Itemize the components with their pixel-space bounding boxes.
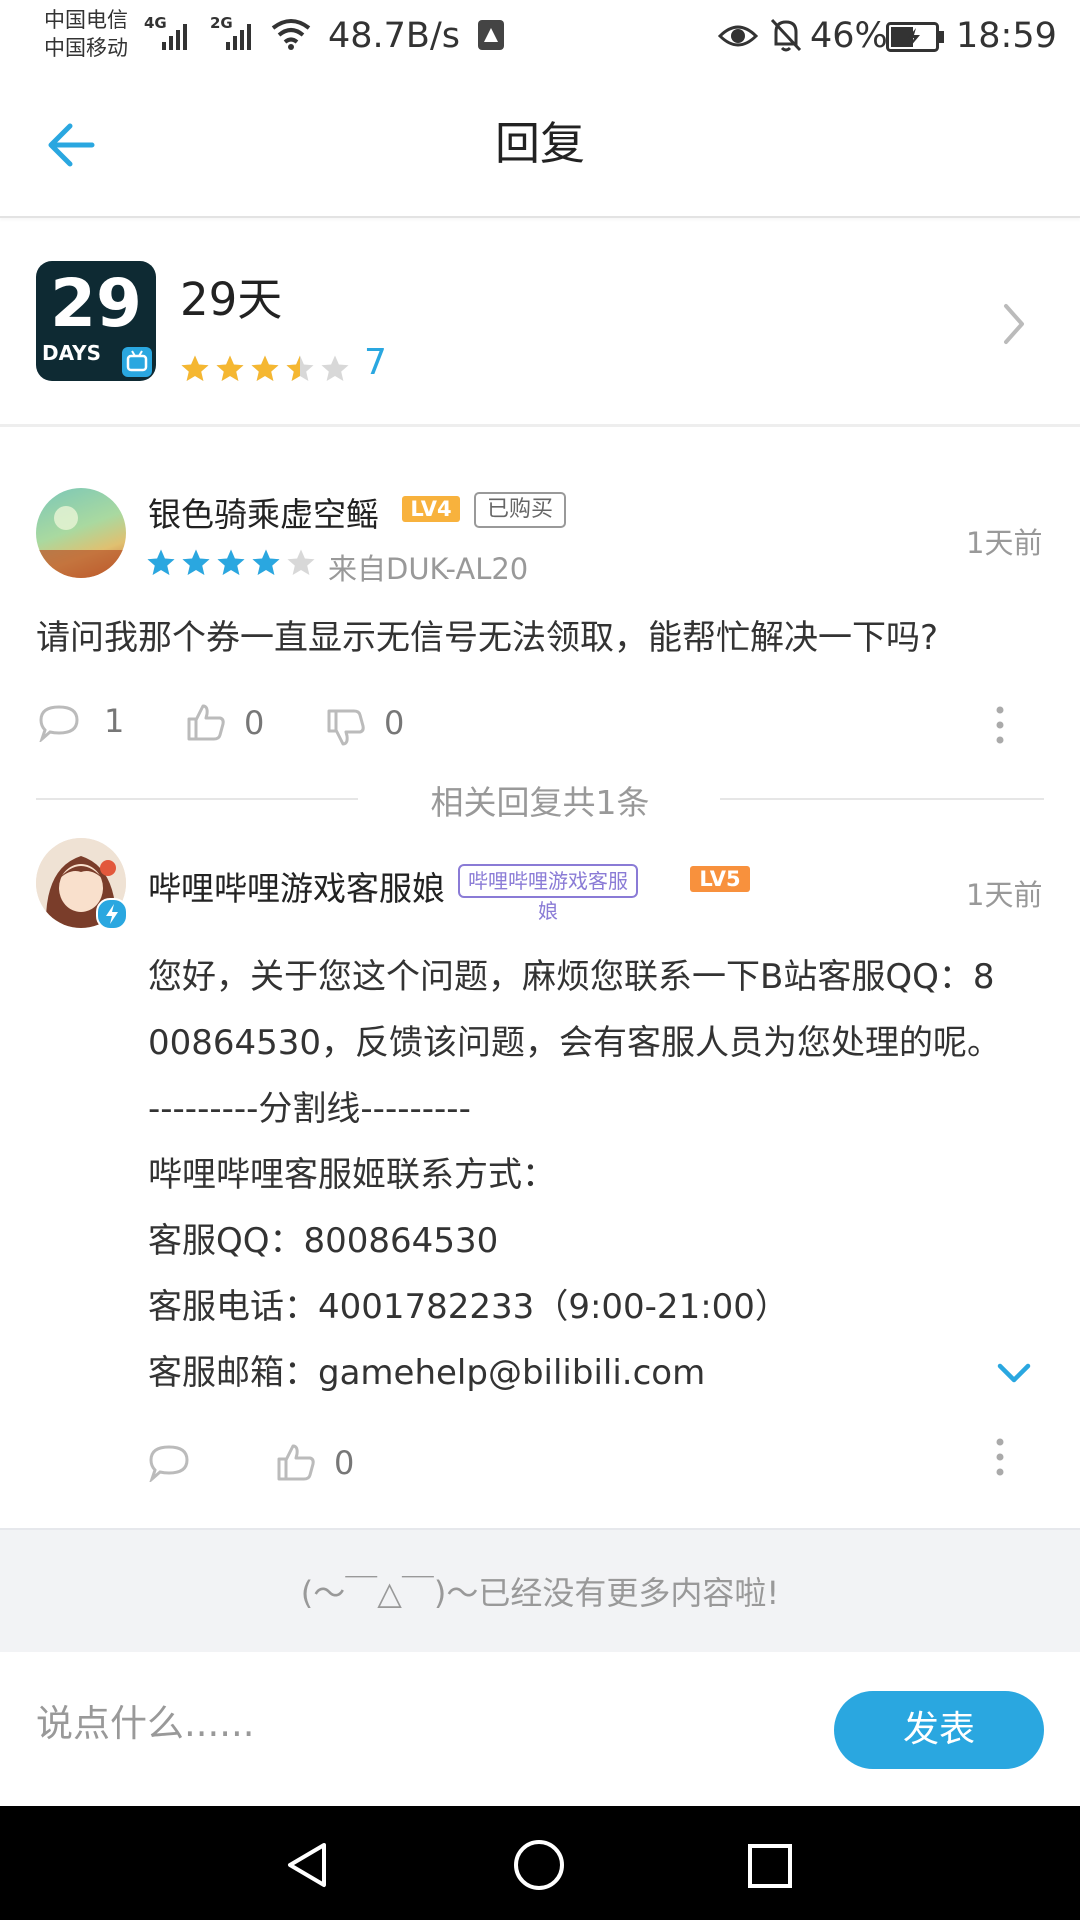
reply-icon[interactable] bbox=[148, 1444, 190, 1482]
expand-chevron-down-icon[interactable] bbox=[996, 1362, 1032, 1386]
reply-line-5: 客服QQ：800864530 bbox=[148, 1221, 499, 1261]
bilibili-badge-icon bbox=[122, 347, 152, 377]
star-icon bbox=[147, 549, 175, 575]
top-bar: 回复 bbox=[0, 76, 1080, 218]
eye-icon bbox=[718, 25, 758, 47]
chevron-right-icon bbox=[1004, 304, 1024, 344]
level-badge: LV4 bbox=[402, 496, 460, 522]
game-rating-stars bbox=[180, 354, 355, 384]
comment-text: 请问我那个券一直显示无信号无法领取，能帮忙解决一下吗? bbox=[36, 618, 939, 658]
dislike-count: 0 bbox=[384, 704, 405, 742]
reply-like-count: 0 bbox=[334, 1444, 355, 1482]
level-badge: LV5 bbox=[690, 866, 750, 892]
like-icon[interactable] bbox=[186, 702, 226, 742]
star-icon bbox=[251, 355, 279, 381]
nav-recents-icon[interactable] bbox=[746, 1842, 794, 1890]
mute-bell-icon bbox=[770, 18, 802, 52]
game-rating-count: 7 bbox=[364, 342, 387, 383]
signal-icon bbox=[226, 24, 251, 50]
reply-line-4: 哔哩哔哩客服姬联系方式： bbox=[148, 1155, 556, 1195]
star-icon bbox=[252, 549, 280, 575]
reply-count: 1 bbox=[104, 702, 125, 740]
nav-home-icon[interactable] bbox=[512, 1838, 566, 1892]
comment-rating-stars bbox=[146, 548, 321, 578]
game-card[interactable]: 29 DAYS 29天 7 bbox=[0, 218, 1080, 427]
battery-percent: 46% bbox=[810, 16, 888, 56]
game-icon-number: 29 bbox=[50, 265, 142, 342]
game-icon-days: DAYS bbox=[42, 341, 102, 365]
avatar[interactable] bbox=[36, 488, 126, 578]
signal-icon bbox=[162, 24, 187, 50]
reply-line-1: 您好，关于您这个问题，麻烦您联系一下B站客服QQ：8 bbox=[148, 957, 995, 997]
comment-source: 来自DUK-AL20 bbox=[328, 552, 529, 586]
clock: 18:59 bbox=[956, 16, 1057, 56]
like-count: 0 bbox=[244, 704, 265, 742]
game-name: 29天 bbox=[180, 273, 283, 326]
comment-time: 1天前 bbox=[966, 526, 1043, 560]
carrier-2: 中国移动 bbox=[44, 36, 128, 60]
comment-input[interactable] bbox=[36, 1688, 796, 1758]
like-icon[interactable] bbox=[276, 1442, 316, 1482]
star-icon bbox=[287, 549, 315, 575]
star-icon bbox=[321, 355, 349, 381]
wifi-icon bbox=[271, 19, 311, 50]
app-notification-icon bbox=[478, 20, 504, 50]
reply-line-2: 00864530，反馈该问题，会有客服人员为您处理的呢。 bbox=[148, 1023, 1002, 1063]
end-of-list-text: (～￣△￣)～已经没有更多内容啦! bbox=[300, 1574, 780, 1612]
more-options-icon[interactable] bbox=[992, 704, 1008, 746]
reply-line-6: 客服电话：4001782233（9:00-21:00） bbox=[148, 1287, 789, 1327]
reply-line-3: ---------分割线--------- bbox=[148, 1089, 471, 1129]
system-nav-bar bbox=[0, 1806, 1080, 1920]
star-icon bbox=[286, 355, 314, 381]
purchased-badge: 已购买 bbox=[474, 492, 566, 528]
role-badge: 哔哩哔哩游戏客服娘 bbox=[458, 864, 638, 923]
composer-bar: 发表 bbox=[0, 1652, 1080, 1806]
page-title: 回复 bbox=[494, 117, 585, 170]
comment-username[interactable]: 银色骑乘虚空鳐 bbox=[148, 488, 379, 536]
reply-icon[interactable] bbox=[38, 704, 80, 742]
verified-icon bbox=[96, 898, 128, 930]
star-icon bbox=[181, 355, 209, 381]
reply-username[interactable]: 哔哩哔哩游戏客服娘 bbox=[148, 862, 445, 910]
game-icon: 29 DAYS bbox=[36, 261, 156, 381]
send-button[interactable]: 发表 bbox=[834, 1691, 1044, 1769]
dislike-icon[interactable] bbox=[326, 708, 366, 748]
net-speed: 48.7B/s bbox=[328, 16, 460, 56]
end-of-list: (～￣△￣)～已经没有更多内容啦! bbox=[0, 1528, 1080, 1652]
star-icon bbox=[216, 355, 244, 381]
reply-line-7: 客服邮箱：gamehelp@bilibili.com bbox=[148, 1353, 706, 1393]
nav-back-icon[interactable] bbox=[284, 1840, 330, 1890]
star-icon bbox=[182, 549, 210, 575]
star-icon bbox=[217, 549, 245, 575]
reply-time: 1天前 bbox=[966, 878, 1043, 912]
more-options-icon[interactable] bbox=[992, 1436, 1008, 1478]
status-bar: 中国电信 中国移动 4G 2G 48.7B/s 46% 18:59 bbox=[0, 0, 1080, 76]
related-replies-count: 相关回复共1条 bbox=[430, 783, 650, 822]
carrier-1: 中国电信 bbox=[44, 8, 128, 32]
battery-charging-icon bbox=[886, 22, 944, 52]
